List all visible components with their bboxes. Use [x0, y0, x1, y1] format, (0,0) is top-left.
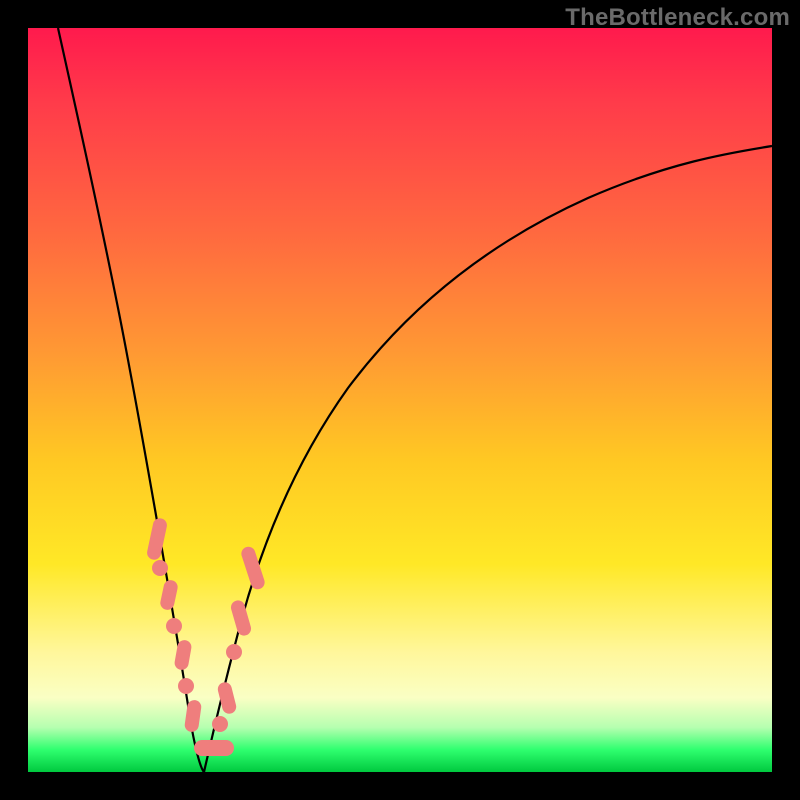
- marker-pill: [194, 740, 234, 756]
- marker-pill: [229, 599, 252, 637]
- marker-dot: [152, 560, 168, 576]
- marker-dot: [166, 618, 182, 634]
- marker-dot: [226, 644, 242, 660]
- marker-group: [146, 517, 267, 756]
- marker-pill: [146, 517, 168, 561]
- marker-dot: [178, 678, 194, 694]
- marker-pill: [174, 639, 193, 671]
- chart-svg: [28, 28, 772, 772]
- curve-right-branch: [204, 146, 772, 772]
- plot-area: [28, 28, 772, 772]
- marker-pill: [184, 699, 202, 733]
- marker-dot: [212, 716, 228, 732]
- marker-pill: [159, 579, 179, 611]
- outer-frame: TheBottleneck.com: [0, 0, 800, 800]
